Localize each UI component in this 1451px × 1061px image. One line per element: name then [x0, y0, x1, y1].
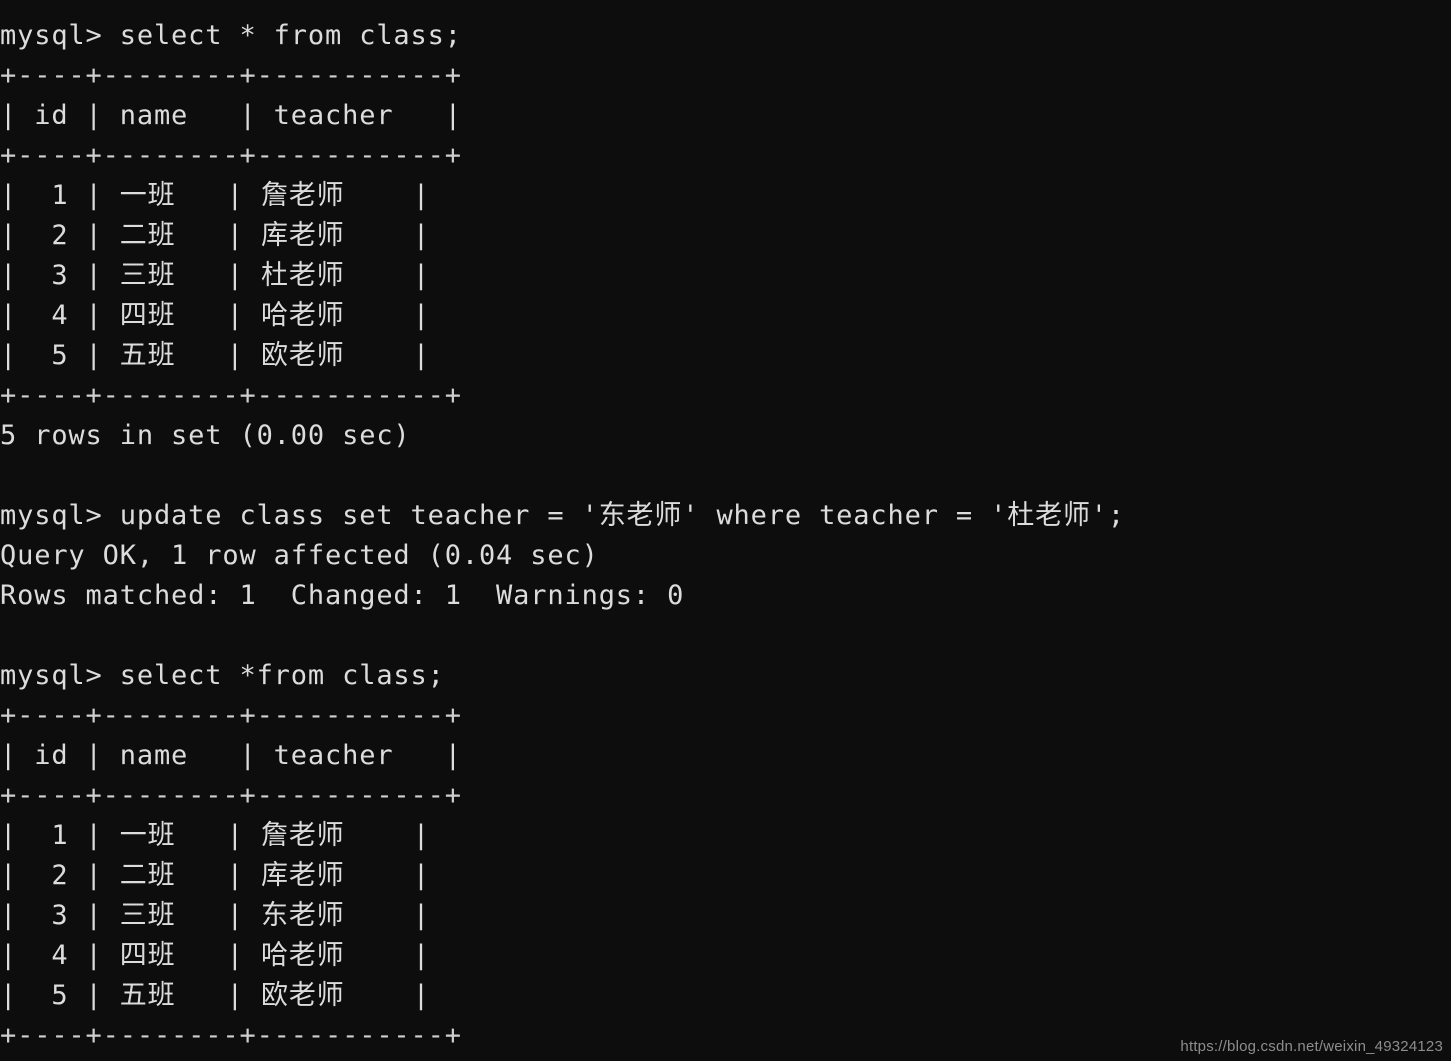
table-row: | 4 | 四班 | 哈老师 | — [0, 300, 431, 331]
table-header-2: | id | name | teacher | — [0, 740, 462, 771]
table-row: | 2 | 二班 | 库老师 | — [0, 220, 431, 251]
command-line-update: mysql> update class set teacher = '东老师' … — [0, 500, 1125, 531]
table-rule-top-2: +----+--------+-----------+ — [0, 700, 462, 731]
table-row: | 1 | 一班 | 詹老师 | — [0, 820, 431, 851]
watermark-url: https://blog.csdn.net/weixin_49324123 — [1180, 1038, 1443, 1055]
mysql-terminal[interactable]: mysql> select * from class; +----+------… — [0, 0, 1451, 1061]
command-line-select-2: mysql> select *from class; — [0, 660, 445, 691]
table-row: | 1 | 一班 | 詹老师 | — [0, 180, 431, 211]
table-rule-mid-1: +----+--------+-----------+ — [0, 140, 462, 171]
table-row: | 4 | 四班 | 哈老师 | — [0, 940, 431, 971]
table-row: | 2 | 二班 | 库老师 | — [0, 860, 431, 891]
row-count-status-2: 5 rows in set (0.00 sec) — [0, 1056, 1451, 1061]
table-row: | 3 | 三班 | 东老师 | — [0, 900, 431, 931]
table-rule-bot-1: +----+--------+-----------+ — [0, 380, 462, 411]
table-rule-mid-2: +----+--------+-----------+ — [0, 780, 462, 811]
table-row: | 5 | 五班 | 欧老师 | — [0, 340, 431, 371]
table-rule-top-1: +----+--------+-----------+ — [0, 60, 462, 91]
rows-matched-status: Rows matched: 1 Changed: 1 Warnings: 0 — [0, 580, 685, 611]
command-line-select-1: mysql> select * from class; — [0, 20, 462, 51]
query-ok-status: Query OK, 1 row affected (0.04 sec) — [0, 540, 599, 571]
table-row: | 5 | 五班 | 欧老师 | — [0, 980, 431, 1011]
table-row: | 3 | 三班 | 杜老师 | — [0, 260, 431, 291]
terminal-output: mysql> select * from class; +----+------… — [0, 16, 1451, 1061]
table-header-1: | id | name | teacher | — [0, 100, 462, 131]
row-count-status-1: 5 rows in set (0.00 sec) — [0, 420, 411, 451]
